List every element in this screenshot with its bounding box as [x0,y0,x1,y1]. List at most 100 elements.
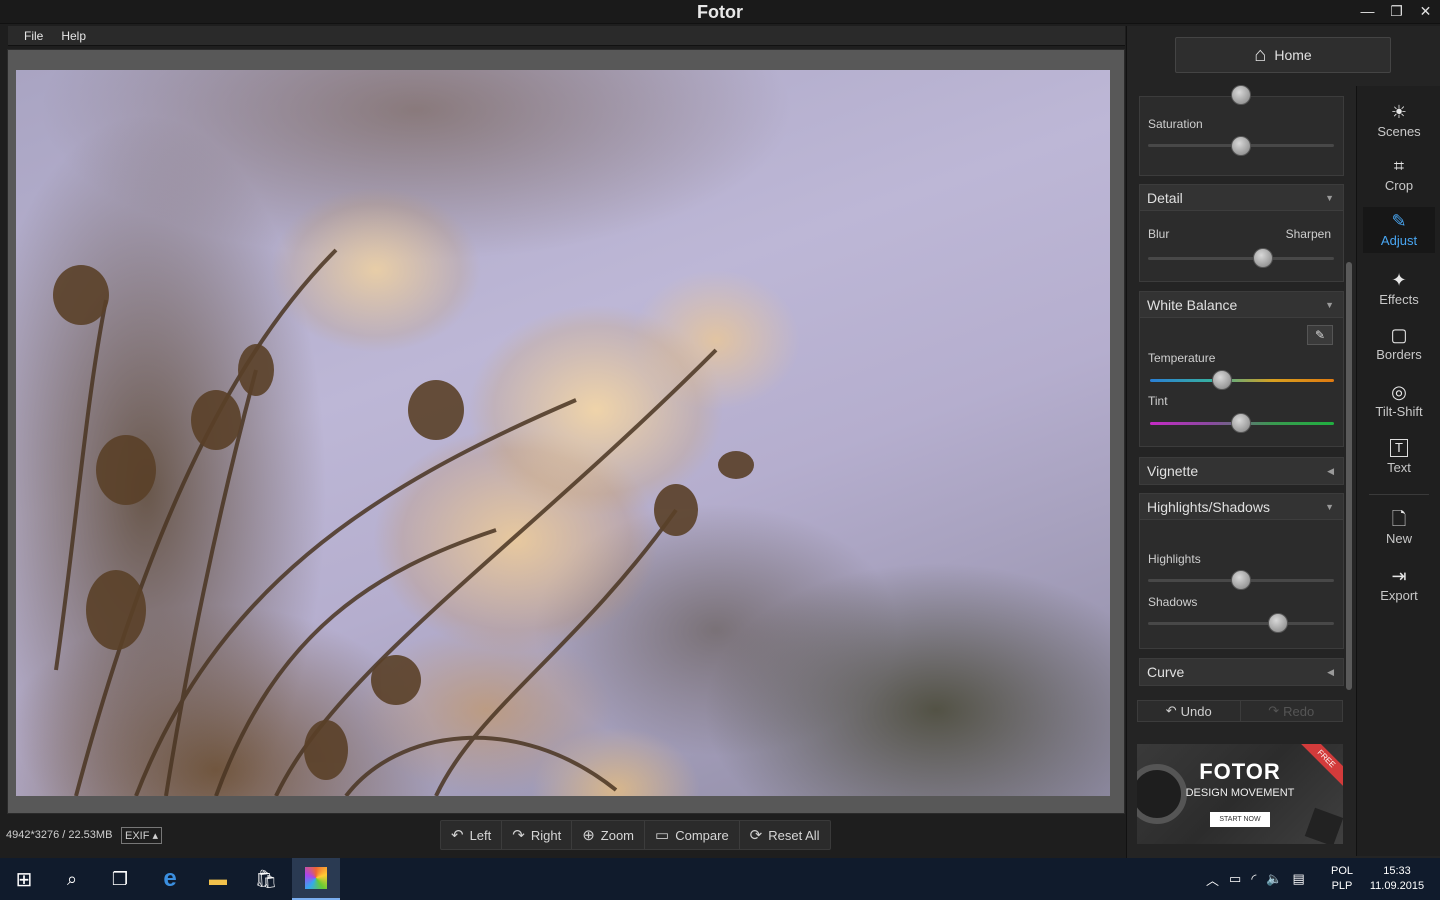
eyedropper-button[interactable]: ✎ [1307,325,1333,345]
detail-header[interactable]: Detail ▼ [1140,185,1343,211]
minimize-button[interactable]: — [1353,0,1382,22]
undo-label: Undo [1180,703,1212,719]
tool-adjust[interactable]: ✎ Adjust [1363,207,1435,253]
highlights-shadows-header[interactable]: Highlights/Shadows ▼ [1140,494,1343,520]
task-view-button[interactable]: ❐ [96,858,144,900]
tint-slider-knob[interactable] [1231,413,1251,433]
clock-date: 11.09.2015 [1369,880,1425,892]
tool-export[interactable]: ⇥ Export [1363,562,1435,608]
rotate-right-label: Right [530,827,562,843]
new-file-icon: 🗋 [1391,509,1407,529]
vignette-title: Vignette [1147,463,1199,479]
tint-label: Tint [1148,394,1168,408]
menu-help[interactable]: Help [61,29,86,43]
search-icon: ⌕ [66,868,78,889]
ad-subtitle: DESIGN MOVEMENT [1185,787,1295,799]
temperature-slider-track[interactable] [1150,379,1334,382]
language-indicator[interactable]: POL PLP [1330,864,1354,894]
ad-start-button[interactable]: START NOW [1210,812,1270,827]
home-icon: ⌂ [1254,43,1267,66]
tray-expand-icon[interactable]: ︿ [1206,870,1219,889]
detail-slider-track[interactable] [1148,257,1334,260]
shadows-slider-track[interactable] [1148,622,1334,625]
promo-banner[interactable]: FOTOR DESIGN MOVEMENT START NOW FREE [1137,744,1343,844]
taskbar-fotor[interactable] [292,858,340,900]
detail-slider-knob[interactable] [1253,248,1274,268]
photo-preview[interactable] [16,70,1110,796]
collapse-arrow-icon: ▼ [1325,501,1334,512]
curve-section[interactable]: Curve ◀ [1139,658,1344,686]
title-bar: Fotor — ❐ ✕ [0,0,1440,24]
highlights-label: Highlights [1148,552,1201,566]
tool-crop[interactable]: ⌗ Crop [1363,152,1435,198]
maximize-button[interactable]: ❐ [1382,0,1411,22]
tool-borders[interactable]: ▢ Borders [1363,321,1435,367]
curve-header[interactable]: Curve ◀ [1140,659,1343,685]
tools-divider [1369,494,1429,495]
home-button[interactable]: ⌂ Home [1175,37,1391,73]
tool-crop-label: Crop [1384,178,1414,193]
taskbar-file-explorer[interactable]: ▬ [194,858,242,900]
zoom-label: Zoom [600,827,635,843]
clock-time: 15:33 [1383,865,1411,877]
rotate-left-icon: ↶ [451,827,464,844]
rotate-right-button[interactable]: ↷ Right [502,821,573,849]
undo-redo-bar: ↶ Undo ↷ Redo [1137,700,1343,722]
tool-tilt-shift[interactable]: ◎ Tilt-Shift [1363,378,1435,424]
saturation-section: Saturation [1139,85,1344,176]
close-button[interactable]: ✕ [1411,0,1440,22]
redo-icon: ↷ [1268,703,1280,718]
tool-scenes[interactable]: ☀ Scenes [1363,98,1435,144]
tool-new[interactable]: 🗋 New [1363,505,1435,551]
volume-icon[interactable]: 🔈 [1266,871,1282,887]
task-view-icon: ❐ [111,868,129,889]
temperature-slider-knob[interactable] [1212,370,1233,390]
notification-icon[interactable]: ▤ [1293,871,1305,887]
detail-section: Detail ▼ Blur Sharpen [1139,184,1344,282]
compare-icon: ▭ [655,827,670,844]
fotor-app-icon [305,867,327,889]
vignette-header[interactable]: Vignette ◀ [1140,458,1343,484]
search-button[interactable]: ⌕ [48,858,96,900]
ad-title: FOTOR [1199,759,1281,784]
reset-all-label: Reset All [768,827,820,843]
expand-arrow-icon: ◀ [1327,465,1334,476]
rotate-left-button[interactable]: ↶ Left [441,821,503,849]
redo-button[interactable]: ↷ Redo [1241,701,1343,721]
zoom-icon: ⊕ [582,827,595,844]
export-icon: ⇥ [1391,566,1407,586]
exif-button[interactable]: EXIF ▴ [121,827,162,844]
white-balance-header[interactable]: White Balance ▼ [1140,292,1343,318]
taskbar-edge[interactable]: e [146,858,194,900]
reset-icon: ⟳ [749,827,763,844]
tool-text[interactable]: T Text [1363,434,1435,480]
temperature-label: Temperature [1148,351,1216,365]
compare-label: Compare [675,827,729,843]
vignette-section[interactable]: Vignette ◀ [1139,457,1344,485]
tool-borders-label: Borders [1376,347,1422,362]
battery-icon[interactable]: ▭ [1229,871,1241,887]
system-tray: ︿ ▭ ◜ 🔈 ▤ [1206,858,1305,900]
wifi-icon[interactable]: ◜ [1251,871,1256,887]
pencil-icon: ✎ [1391,211,1407,231]
reset-all-button[interactable]: ⟳ Reset All [740,821,830,849]
brightness-slider-knob[interactable] [1231,85,1251,105]
panel-scrollbar[interactable] [1346,262,1352,690]
sharpen-label: Sharpen [1285,227,1331,241]
highlights-slider-knob[interactable] [1231,570,1251,590]
detail-title: Detail [1147,189,1183,206]
border-frame-icon: ▢ [1390,325,1408,345]
clock[interactable]: 15:33 11.09.2015 [1366,864,1428,894]
undo-button[interactable]: ↶ Undo [1138,701,1241,721]
highlights-shadows-section: Highlights/Shadows ▼ Highlights Shadows [1139,493,1344,649]
start-button[interactable]: ⊞ [0,858,48,900]
compare-button[interactable]: ▭ Compare [645,821,740,849]
zoom-button[interactable]: ⊕ Zoom [572,821,646,849]
saturation-slider-knob[interactable] [1231,136,1251,156]
menu-file[interactable]: File [24,29,43,43]
keyboard-layout: PLP [1331,880,1353,892]
taskbar-store[interactable]: 🛍 [242,858,290,900]
shadows-slider-knob[interactable] [1268,613,1289,633]
canvas-area [7,49,1125,814]
tool-effects[interactable]: ✦ Effects [1363,266,1435,312]
